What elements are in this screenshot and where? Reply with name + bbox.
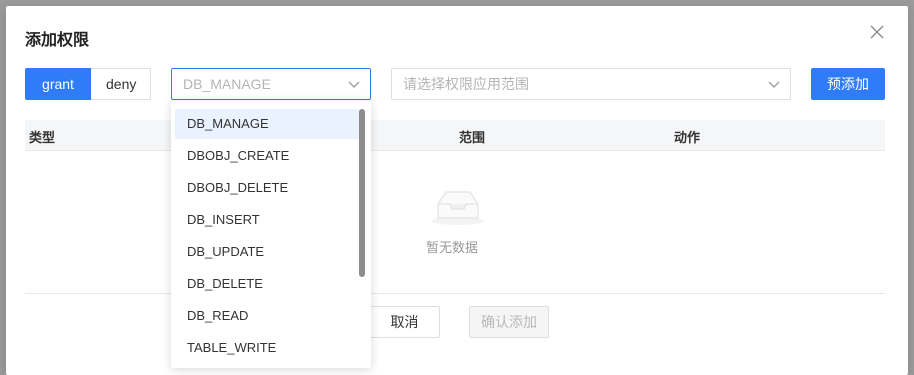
permission-dropdown: DB_MANAGE DBOBJ_CREATE DBOBJ_DELETE DB_I… — [171, 101, 371, 368]
permission-select-value: DB_MANAGE — [183, 76, 271, 92]
permission-select[interactable]: DB_MANAGE — [171, 68, 371, 100]
confirm-add-button[interactable]: 确认添加 — [469, 306, 549, 338]
dropdown-option-db-update[interactable]: DB_UPDATE — [175, 237, 359, 267]
dropdown-option-db-manage[interactable]: DB_MANAGE — [175, 109, 359, 139]
close-icon — [870, 25, 884, 39]
empty-inbox-icon — [432, 191, 484, 225]
column-header-type: 类型 — [29, 130, 56, 145]
grant-button[interactable]: grant — [25, 68, 91, 100]
empty-state-text: 暂无数据 — [426, 240, 479, 255]
dialog-title: 添加权限 — [25, 32, 90, 49]
deny-button[interactable]: deny — [91, 68, 151, 100]
dropdown-option-dbobj-create[interactable]: DBOBJ_CREATE — [175, 141, 359, 171]
scope-select-placeholder: 请选择权限应用范围 — [403, 76, 529, 92]
footer-divider — [25, 293, 885, 294]
close-button[interactable] — [868, 23, 886, 41]
scope-select[interactable]: 请选择权限应用范围 — [391, 68, 791, 100]
dropdown-option-db-read[interactable]: DB_READ — [175, 301, 359, 331]
dropdown-option-table-write[interactable]: TABLE_WRITE — [175, 333, 359, 363]
pre-add-button[interactable]: 预添加 — [811, 68, 885, 100]
dropdown-option-dbobj-delete[interactable]: DBOBJ_DELETE — [175, 173, 359, 203]
cancel-button[interactable]: 取消 — [369, 306, 440, 338]
chevron-down-icon — [348, 81, 360, 88]
dropdown-scrollbar[interactable] — [359, 109, 365, 277]
dropdown-option-db-delete[interactable]: DB_DELETE — [175, 269, 359, 299]
column-header-scope: 范围 — [459, 130, 486, 145]
column-header-action: 动作 — [674, 130, 701, 145]
dropdown-option-db-insert[interactable]: DB_INSERT — [175, 205, 359, 235]
add-permission-dialog: 添加权限 grant deny DB_MANAGE 请选择权限应用范围 预添加 … — [6, 6, 908, 375]
chevron-down-icon — [768, 81, 780, 88]
permission-table-header: 类型 范围 动作 — [25, 120, 885, 151]
grant-deny-toggle: grant deny — [25, 68, 151, 100]
